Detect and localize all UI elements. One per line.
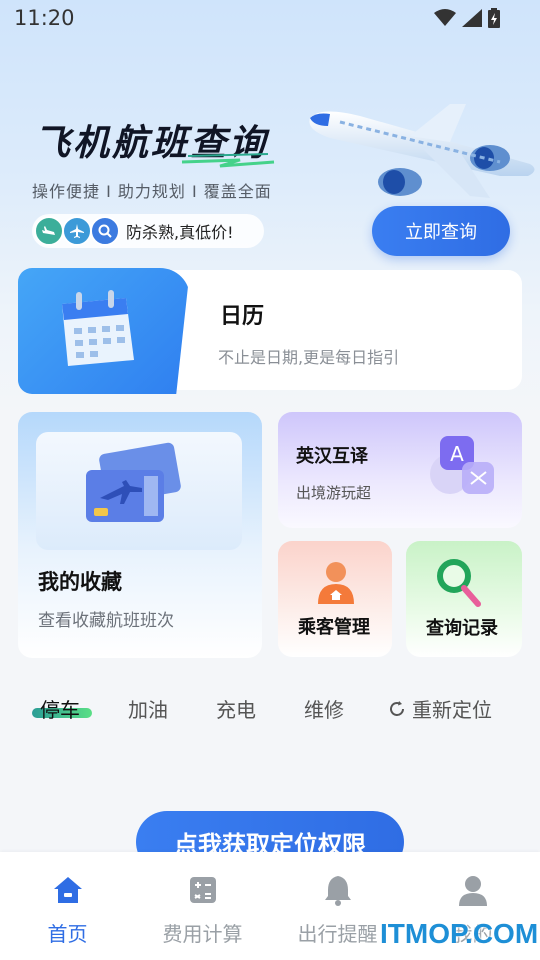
signal-icon <box>462 9 482 27</box>
calculator-icon <box>189 872 217 908</box>
wifi-icon <box>434 9 456 26</box>
flight-ticket-icon <box>86 442 181 522</box>
calendar-desc: 不止是日期,更是每日指引 <box>218 348 400 367</box>
calendar-icon <box>62 290 134 366</box>
nav-cost-calc[interactable]: 费用计算 <box>135 852 270 960</box>
battery-icon <box>488 8 500 28</box>
hero-title-underline <box>181 153 275 168</box>
favorites-title: 我的收藏 <box>38 570 122 594</box>
status-time: 11:20 <box>14 6 75 30</box>
translate-title: 英汉互译 <box>296 446 368 467</box>
translate-desc: 出境游玩超 <box>296 484 372 502</box>
nav-reminder-label: 出行提醒 <box>297 922 378 946</box>
nav-home-label: 首页 <box>47 922 88 946</box>
passenger-title: 乘客管理 <box>298 617 370 638</box>
nav-home[interactable]: 首页 <box>0 852 135 960</box>
relocate-button[interactable]: 重新定位 <box>388 694 492 723</box>
airplane-illustration <box>309 104 535 198</box>
favorites-desc: 查看收藏航班班次 <box>38 611 174 631</box>
plane-landing-icon <box>34 216 64 246</box>
calendar-title: 日历 <box>220 304 265 329</box>
plane-icon <box>62 216 92 246</box>
watermark: ITMOP.COM <box>380 918 539 949</box>
passenger-icon <box>318 562 354 604</box>
magnifier-icon <box>437 559 481 607</box>
status-icons <box>434 8 500 28</box>
relocate-label: 重新定位 <box>412 698 492 722</box>
svg-text:A: A <box>450 442 464 466</box>
translate-icon: A <box>430 436 494 494</box>
tab-charging[interactable]: 充电 <box>216 694 256 723</box>
search-icon <box>90 216 120 246</box>
hero-tag: 防杀熟,真低价! <box>32 214 264 248</box>
home-icon <box>52 872 84 908</box>
history-title: 查询记录 <box>426 618 498 639</box>
query-now-button[interactable]: 立即查询 <box>372 206 510 256</box>
bell-icon <box>323 872 353 908</box>
hero-tag-text: 防杀熟,真低价! <box>126 223 234 242</box>
hero-subtitle: 操作便捷 I 助力规划 I 覆盖全面 <box>32 182 272 201</box>
status-bar: 11:20 <box>0 0 540 38</box>
tab-fuel[interactable]: 加油 <box>128 694 168 723</box>
tab-repair[interactable]: 维修 <box>304 694 344 723</box>
user-icon <box>457 872 489 908</box>
refresh-icon <box>390 700 404 716</box>
nav-cost-calc-label: 费用计算 <box>162 922 243 946</box>
tab-parking[interactable]: 停车 <box>40 694 80 723</box>
